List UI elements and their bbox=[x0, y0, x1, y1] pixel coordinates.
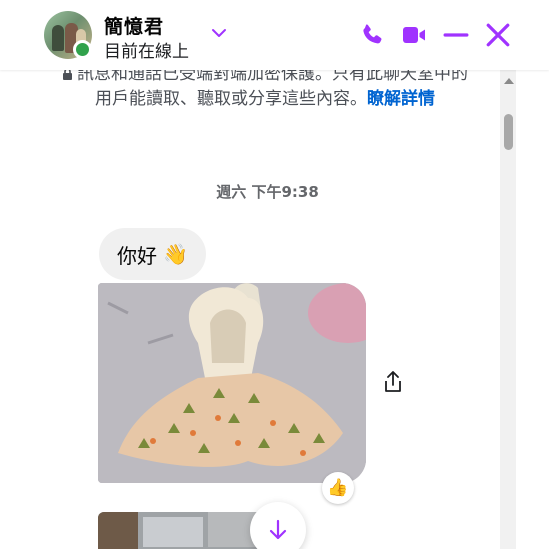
scroll-to-bottom-button[interactable] bbox=[250, 502, 306, 549]
share-button[interactable] bbox=[382, 370, 404, 394]
share-icon bbox=[385, 371, 401, 392]
learn-more-link[interactable]: 瞭解詳情 bbox=[367, 89, 435, 109]
close-icon bbox=[486, 23, 510, 47]
phone-icon bbox=[363, 24, 382, 44]
contact-status: 目前在線上 bbox=[104, 42, 189, 62]
contact-name[interactable]: 簡憶君 bbox=[104, 12, 164, 39]
thumbs-up-reaction[interactable]: 👍 bbox=[322, 472, 354, 504]
video-call-button[interactable] bbox=[401, 22, 427, 48]
close-button[interactable] bbox=[485, 22, 511, 48]
message-list[interactable]: 訊息和通話已受端對端加密保護。只有此聊天室中的用戶能讀取、聽取或分享這些內容。瞭… bbox=[0, 70, 500, 549]
scroll-up-arrow-icon[interactable] bbox=[504, 78, 514, 84]
photo-content bbox=[98, 283, 366, 483]
online-status-dot bbox=[73, 40, 92, 59]
scrollbar[interactable] bbox=[500, 70, 516, 549]
photo-content bbox=[98, 512, 268, 549]
minimize-button[interactable] bbox=[443, 22, 469, 48]
message-timestamp: 週六 下午9:38 bbox=[216, 183, 319, 201]
photo-message[interactable] bbox=[98, 283, 366, 483]
scrollbar-thumb[interactable] bbox=[504, 114, 513, 150]
chevron-down-icon[interactable] bbox=[210, 24, 228, 42]
waving-hand-emoji: 👋 bbox=[163, 242, 188, 266]
chat-header: 簡憶君 目前在線上 bbox=[0, 0, 549, 70]
photo-message[interactable] bbox=[98, 512, 268, 549]
call-button[interactable] bbox=[359, 22, 385, 48]
video-camera-icon bbox=[403, 27, 425, 43]
message-text: 你好 bbox=[117, 243, 157, 268]
message-bubble[interactable]: 你好 👋 bbox=[99, 228, 206, 280]
minimize-icon bbox=[443, 33, 469, 37]
encryption-notice: 訊息和通話已受端對端加密保護。只有此聊天室中的用戶能讀取、聽取或分享這些內容。瞭… bbox=[60, 70, 470, 112]
arrow-down-icon bbox=[269, 519, 287, 540]
avatar-figure bbox=[52, 25, 64, 51]
lock-icon bbox=[63, 70, 72, 80]
